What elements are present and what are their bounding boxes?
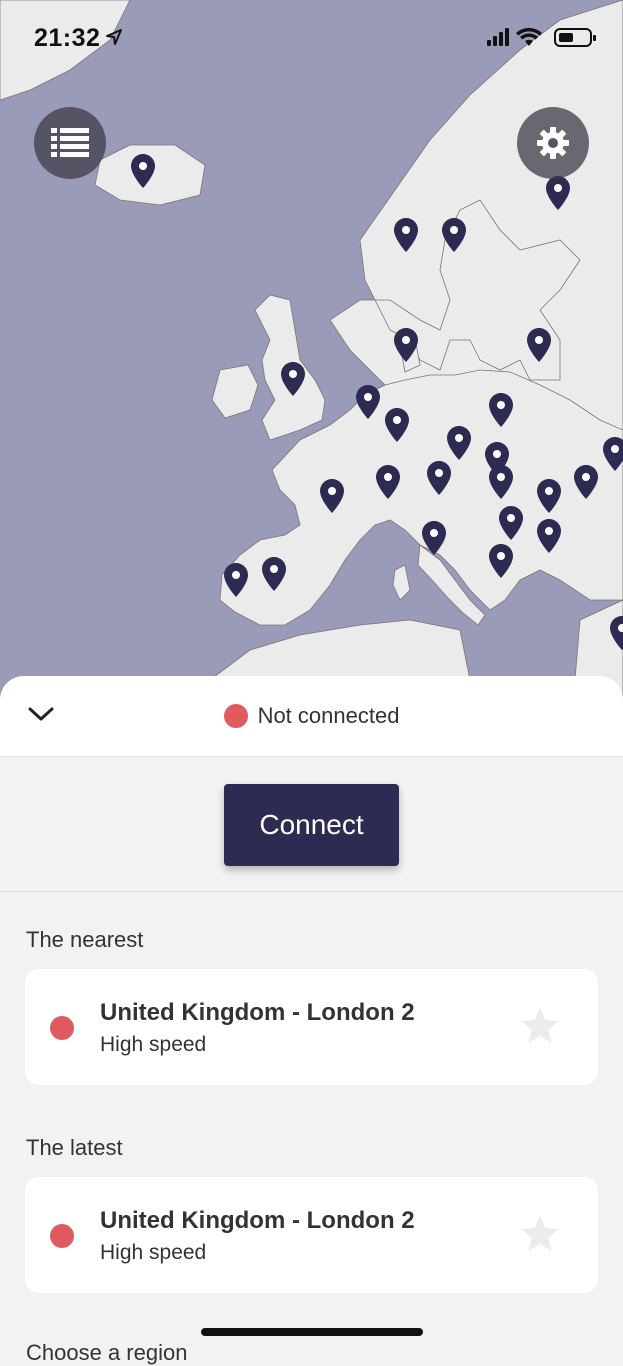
map-pin-serbia[interactable] xyxy=(499,506,523,540)
map-pin-spain[interactable] xyxy=(262,557,286,591)
server-speed: High speed xyxy=(100,1033,207,1056)
nearest-label: The nearest xyxy=(26,927,144,952)
server-list-button[interactable] xyxy=(34,107,106,179)
gear-icon xyxy=(537,127,569,159)
location-arrow-icon xyxy=(106,29,122,45)
home-indicator[interactable] xyxy=(201,1328,423,1336)
map-pin-switzerland[interactable] xyxy=(376,465,400,499)
settings-button[interactable] xyxy=(517,107,589,179)
map-pin-czech[interactable] xyxy=(447,426,471,460)
map-pin-uk[interactable] xyxy=(281,362,305,396)
map-pin-hungary[interactable] xyxy=(489,465,513,499)
status-icons xyxy=(487,27,596,47)
sheet-header: Not connected xyxy=(0,676,623,757)
map-pin-turkey[interactable] xyxy=(610,616,623,650)
connect-area: Connect xyxy=(0,757,623,892)
connection-status: Not connected xyxy=(257,703,400,728)
favorite-star-icon[interactable] xyxy=(520,1007,560,1045)
status-dot xyxy=(223,704,248,728)
server-status-dot xyxy=(50,1016,74,1040)
chevron-down-icon[interactable] xyxy=(27,704,55,724)
list-icon xyxy=(51,128,89,157)
map-pin-bulgaria[interactable] xyxy=(537,519,561,553)
favorite-star-icon[interactable] xyxy=(520,1215,560,1253)
map-pin-austria[interactable] xyxy=(427,461,451,495)
map-pin-albania[interactable] xyxy=(489,544,513,578)
map-pin-romania[interactable] xyxy=(537,479,561,513)
map-pin-iceland[interactable] xyxy=(131,154,155,188)
server-name: United Kingdom - London 2 xyxy=(100,1207,415,1234)
map-pin-denmark[interactable] xyxy=(394,328,418,362)
server-name: United Kingdom - London 2 xyxy=(100,999,415,1026)
latest-label: The latest xyxy=(26,1135,123,1160)
map-pin-poland[interactable] xyxy=(489,393,513,427)
nearest-server-card[interactable]: United Kingdom - London 2 High speed xyxy=(25,969,598,1085)
connection-sheet: Not connected Connect The nearest United… xyxy=(0,676,623,1350)
choose-region-label: Choose a region xyxy=(26,1340,188,1365)
map-pin-germany[interactable] xyxy=(385,408,409,442)
cellular-signal-icon xyxy=(487,28,509,46)
map-pin-latvia[interactable] xyxy=(527,328,551,362)
map-pin-ukraine[interactable] xyxy=(603,437,623,471)
map-pin-france[interactable] xyxy=(320,479,344,513)
battery-icon xyxy=(554,28,596,47)
connect-button[interactable]: Connect xyxy=(224,784,399,866)
server-map[interactable] xyxy=(0,0,623,720)
map-pin-norway[interactable] xyxy=(394,218,418,252)
map-pin-finland[interactable] xyxy=(546,176,570,210)
status-time: 21:32 xyxy=(34,24,101,52)
latest-server-card[interactable]: United Kingdom - London 2 High speed xyxy=(25,1177,598,1293)
map-pin-moldova[interactable] xyxy=(574,465,598,499)
server-status-dot xyxy=(50,1224,74,1248)
status-bar: 21:32 xyxy=(0,0,623,70)
map-pin-netherlands[interactable] xyxy=(356,385,380,419)
map-pin-sweden[interactable] xyxy=(442,218,466,252)
server-speed: High speed xyxy=(100,1241,207,1264)
wifi-icon xyxy=(516,27,542,46)
map-pin-portugal[interactable] xyxy=(224,563,248,597)
map-pin-italy[interactable] xyxy=(422,521,446,555)
